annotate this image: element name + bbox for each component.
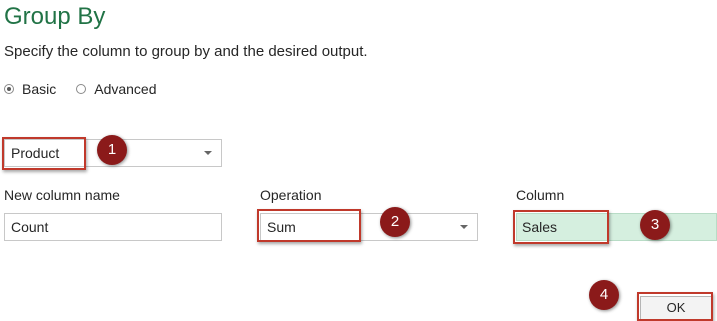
operation-dropdown[interactable]: Sum xyxy=(260,213,478,241)
operation-value: Sum xyxy=(267,219,296,235)
annotation-badge-2: 2 xyxy=(380,207,410,237)
new-column-name-value: Count xyxy=(11,219,49,235)
dialog-description: Specify the column to group by and the d… xyxy=(4,43,368,60)
basic-radio[interactable] xyxy=(4,84,14,94)
new-column-name-input[interactable]: Count xyxy=(4,213,222,241)
column-label: Column xyxy=(516,187,565,203)
mode-radio-group: Basic Advanced xyxy=(4,79,177,99)
chevron-down-icon xyxy=(204,151,212,155)
dialog-title: Group By xyxy=(4,3,106,30)
advanced-radio[interactable] xyxy=(76,84,87,94)
annotation-badge-3: 3 xyxy=(640,210,670,240)
chevron-down-icon xyxy=(460,225,468,229)
annotation-badge-4: 4 xyxy=(589,280,619,310)
new-column-name-label: New column name xyxy=(4,187,120,203)
basic-radio-label[interactable]: Basic xyxy=(22,81,56,97)
ok-button[interactable]: OK xyxy=(640,296,712,320)
advanced-radio-label[interactable]: Advanced xyxy=(94,81,156,97)
group-by-value: Product xyxy=(11,145,60,161)
column-value: Sales xyxy=(522,219,558,235)
annotation-badge-1: 1 xyxy=(97,135,127,165)
operation-label: Operation xyxy=(260,187,322,203)
